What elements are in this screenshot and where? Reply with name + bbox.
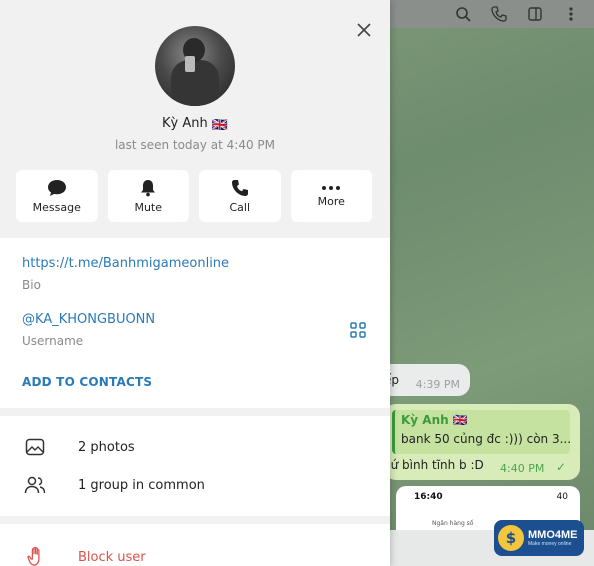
watermark-logo: $ MMO4ME Make money online [494, 520, 584, 556]
avatar[interactable] [155, 26, 235, 106]
message-button-label: Message [32, 200, 81, 214]
reply-author: Kỳ Anh 🇬🇧 [401, 413, 468, 427]
reply-quote[interactable]: Kỳ Anh 🇬🇧 bank 50 củng đc :))) còn 3... [392, 410, 572, 454]
image-status-time: 16:40 [414, 492, 443, 502]
message-time: 4:39 PM [415, 378, 460, 391]
bio-label: Bio [22, 278, 41, 292]
close-icon [357, 23, 371, 37]
username-value[interactable]: @KA_KHONGBUONN [22, 312, 155, 327]
block-user-label: Block user [78, 550, 146, 565]
message-button[interactable]: Message [16, 170, 98, 222]
shared-media-section: 2 photos 1 group in common [0, 416, 390, 516]
groups-in-common-count: 1 group in common [78, 477, 205, 493]
message-icon [47, 179, 66, 196]
qr-code-icon[interactable] [350, 322, 366, 338]
message-time: 4:40 PM [500, 462, 545, 475]
image-caption: Ngân hàng số [432, 520, 474, 527]
groups-in-common-row[interactable]: 1 group in common [0, 466, 390, 504]
more-button-label: More [317, 194, 345, 208]
chat-bubble-incoming[interactable]: ếp 4:39 PM [378, 364, 470, 396]
bell-icon [141, 179, 156, 196]
chat-bubble-outgoing[interactable]: Kỳ Anh 🇬🇧 bank 50 củng đc :))) còn 3... … [384, 404, 580, 480]
flag-icon: 🇬🇧 [211, 118, 228, 133]
mute-button-label: Mute [134, 200, 163, 214]
read-check-icon: ✓ [556, 460, 567, 474]
more-vertical-icon[interactable] [562, 5, 580, 23]
call-button-label: Call [229, 200, 251, 214]
mute-button[interactable]: Mute [107, 170, 189, 222]
watermark-brand: MMO4ME [528, 528, 578, 541]
close-button[interactable] [352, 18, 376, 42]
hand-stop-icon [27, 546, 40, 566]
action-buttons: Message Mute Call More [16, 170, 372, 222]
call-button[interactable]: Call [199, 170, 281, 222]
more-icon [322, 185, 341, 190]
more-button[interactable]: More [290, 170, 372, 222]
message-text: cứ bình tĩnh b :D [384, 458, 484, 472]
photo-icon [24, 436, 46, 458]
users-icon [24, 474, 46, 496]
block-section: Block user [0, 524, 390, 566]
photos-count: 2 photos [78, 439, 135, 455]
username-label: Username [22, 334, 84, 348]
bio-link[interactable]: https://t.me/Banhmigameonline [22, 256, 229, 271]
user-info-panel: Kỳ Anh 🇬🇧 last seen today at 4:40 PM Mess… [0, 0, 390, 566]
image-status-right: 40 [556, 492, 568, 502]
search-icon[interactable] [454, 5, 472, 23]
info-section: https://t.me/Banhmigameonline Bio @KA_KH… [0, 238, 390, 408]
profile-name-row: Kỳ Anh 🇬🇧 [0, 116, 390, 133]
add-to-contacts-button[interactable]: ADD TO CONTACTS [22, 375, 152, 389]
watermark-tagline: Make money online [528, 540, 572, 547]
call-icon[interactable] [490, 5, 508, 23]
profile-name: Kỳ Anh [162, 116, 208, 131]
photos-row[interactable]: 2 photos [0, 428, 390, 466]
phone-icon [231, 179, 248, 196]
sidebar-toggle-icon[interactable] [526, 5, 544, 23]
block-user-button[interactable]: Block user [0, 540, 390, 566]
last-seen-status: last seen today at 4:40 PM [114, 138, 276, 152]
dollar-icon: $ [498, 525, 524, 551]
chat-topbar [390, 0, 594, 28]
reply-text: bank 50 củng đc :))) còn 3... [401, 432, 572, 446]
